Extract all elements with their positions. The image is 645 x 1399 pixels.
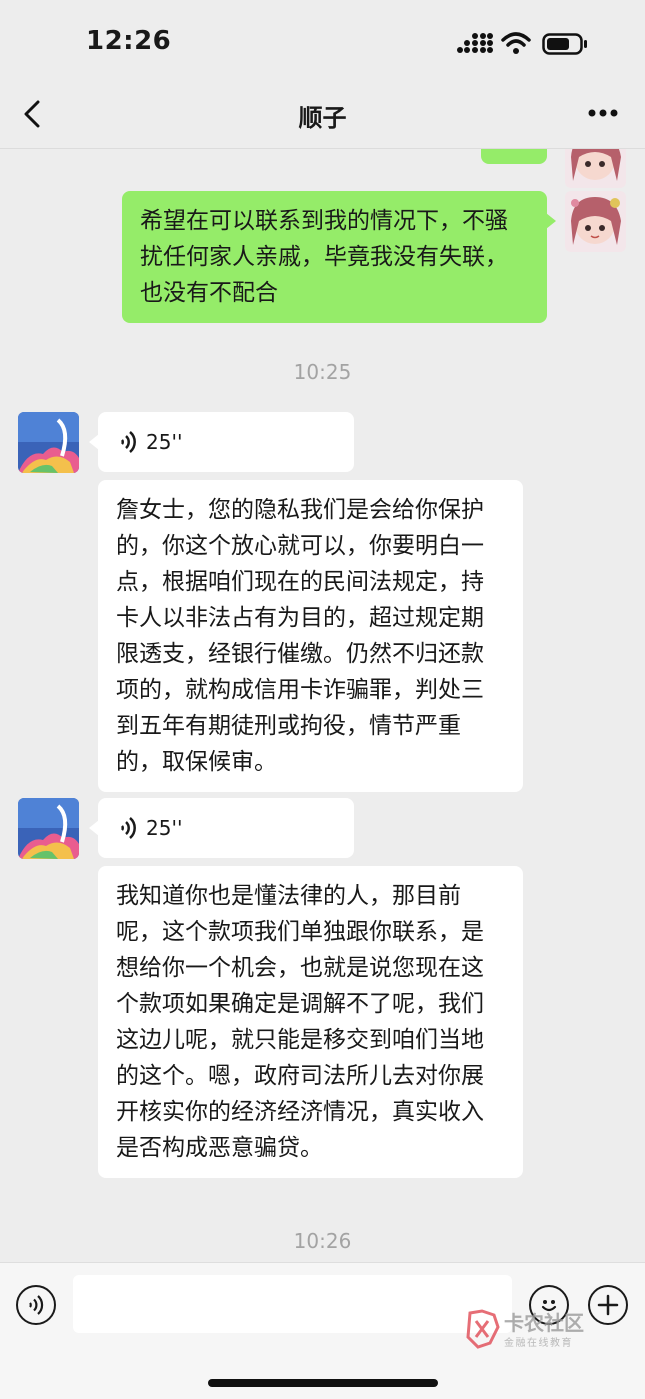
message-input[interactable] [73, 1275, 512, 1333]
plus-button[interactable] [588, 1285, 628, 1325]
chat-header: 顺子 [0, 86, 645, 149]
timestamp: 10:26 [293, 1229, 352, 1253]
voice-message-bubble[interactable]: 25'' [89, 798, 354, 858]
watermark-logo-icon [466, 1309, 500, 1349]
status-time: 12:26 [86, 26, 172, 56]
voice-mode-button[interactable] [16, 1285, 56, 1325]
my-avatar[interactable] [565, 191, 626, 252]
wifi-icon [501, 32, 531, 54]
voice-duration: 25'' [146, 816, 183, 840]
cellular-signal-icon [457, 33, 493, 53]
chat-messages[interactable]: 希望在可以联系到我的情况下，不骚扰任何家人亲戚，毕竟我没有失联，也没有不配合 1… [0, 149, 645, 1262]
voice-playback-icon [120, 431, 136, 453]
contact-avatar[interactable] [18, 798, 79, 859]
status-bar: 12:26 [0, 0, 645, 86]
watermark-title: 卡农社区 [504, 1311, 584, 1335]
message-bubble-sent[interactable]: 希望在可以联系到我的情况下，不骚扰任何家人亲戚，毕竟我没有失联，也没有不配合 [122, 191, 556, 323]
message-text: 我知道你也是懂法律的人，那目前呢，这个款项我们单独跟你联系，是想给你一个机会，也… [116, 883, 484, 1161]
voice-mode-icon [29, 1295, 44, 1315]
my-avatar[interactable] [565, 149, 626, 188]
voice-playback-icon [120, 817, 136, 839]
plus-icon [597, 1294, 619, 1316]
message-text: 希望在可以联系到我的情况下，不骚扰任何家人亲戚，毕竟我没有失联，也没有不配合 [140, 208, 508, 306]
chat-title: 顺子 [298, 104, 347, 132]
watermark-subtitle: 金融在线教育 [504, 1338, 573, 1349]
message-bubble-received[interactable]: 我知道你也是懂法律的人，那目前呢，这个款项我们单独跟你联系，是想给你一个机会，也… [98, 866, 523, 1178]
voice-duration: 25'' [146, 430, 183, 454]
battery-icon [542, 33, 587, 55]
message-bubble-received[interactable]: 詹女士，您的隐私我们是会给你保护的，你这个放心就可以，你要明白一点，根据咱们现在… [98, 480, 523, 792]
contact-avatar[interactable] [18, 412, 79, 473]
home-indicator [208, 1379, 438, 1387]
timestamp: 10:25 [293, 360, 352, 384]
voice-message-bubble[interactable]: 25'' [89, 412, 354, 472]
input-bar: 卡农社区 金融在线教育 [0, 1262, 645, 1399]
more-options-icon[interactable] [588, 108, 618, 118]
watermark: 卡农社区 金融在线教育 [464, 1307, 594, 1351]
previous-message-bubble-partial [481, 149, 547, 164]
message-text: 詹女士，您的隐私我们是会给你保护的，你这个放心就可以，你要明白一点，根据咱们现在… [116, 497, 484, 775]
